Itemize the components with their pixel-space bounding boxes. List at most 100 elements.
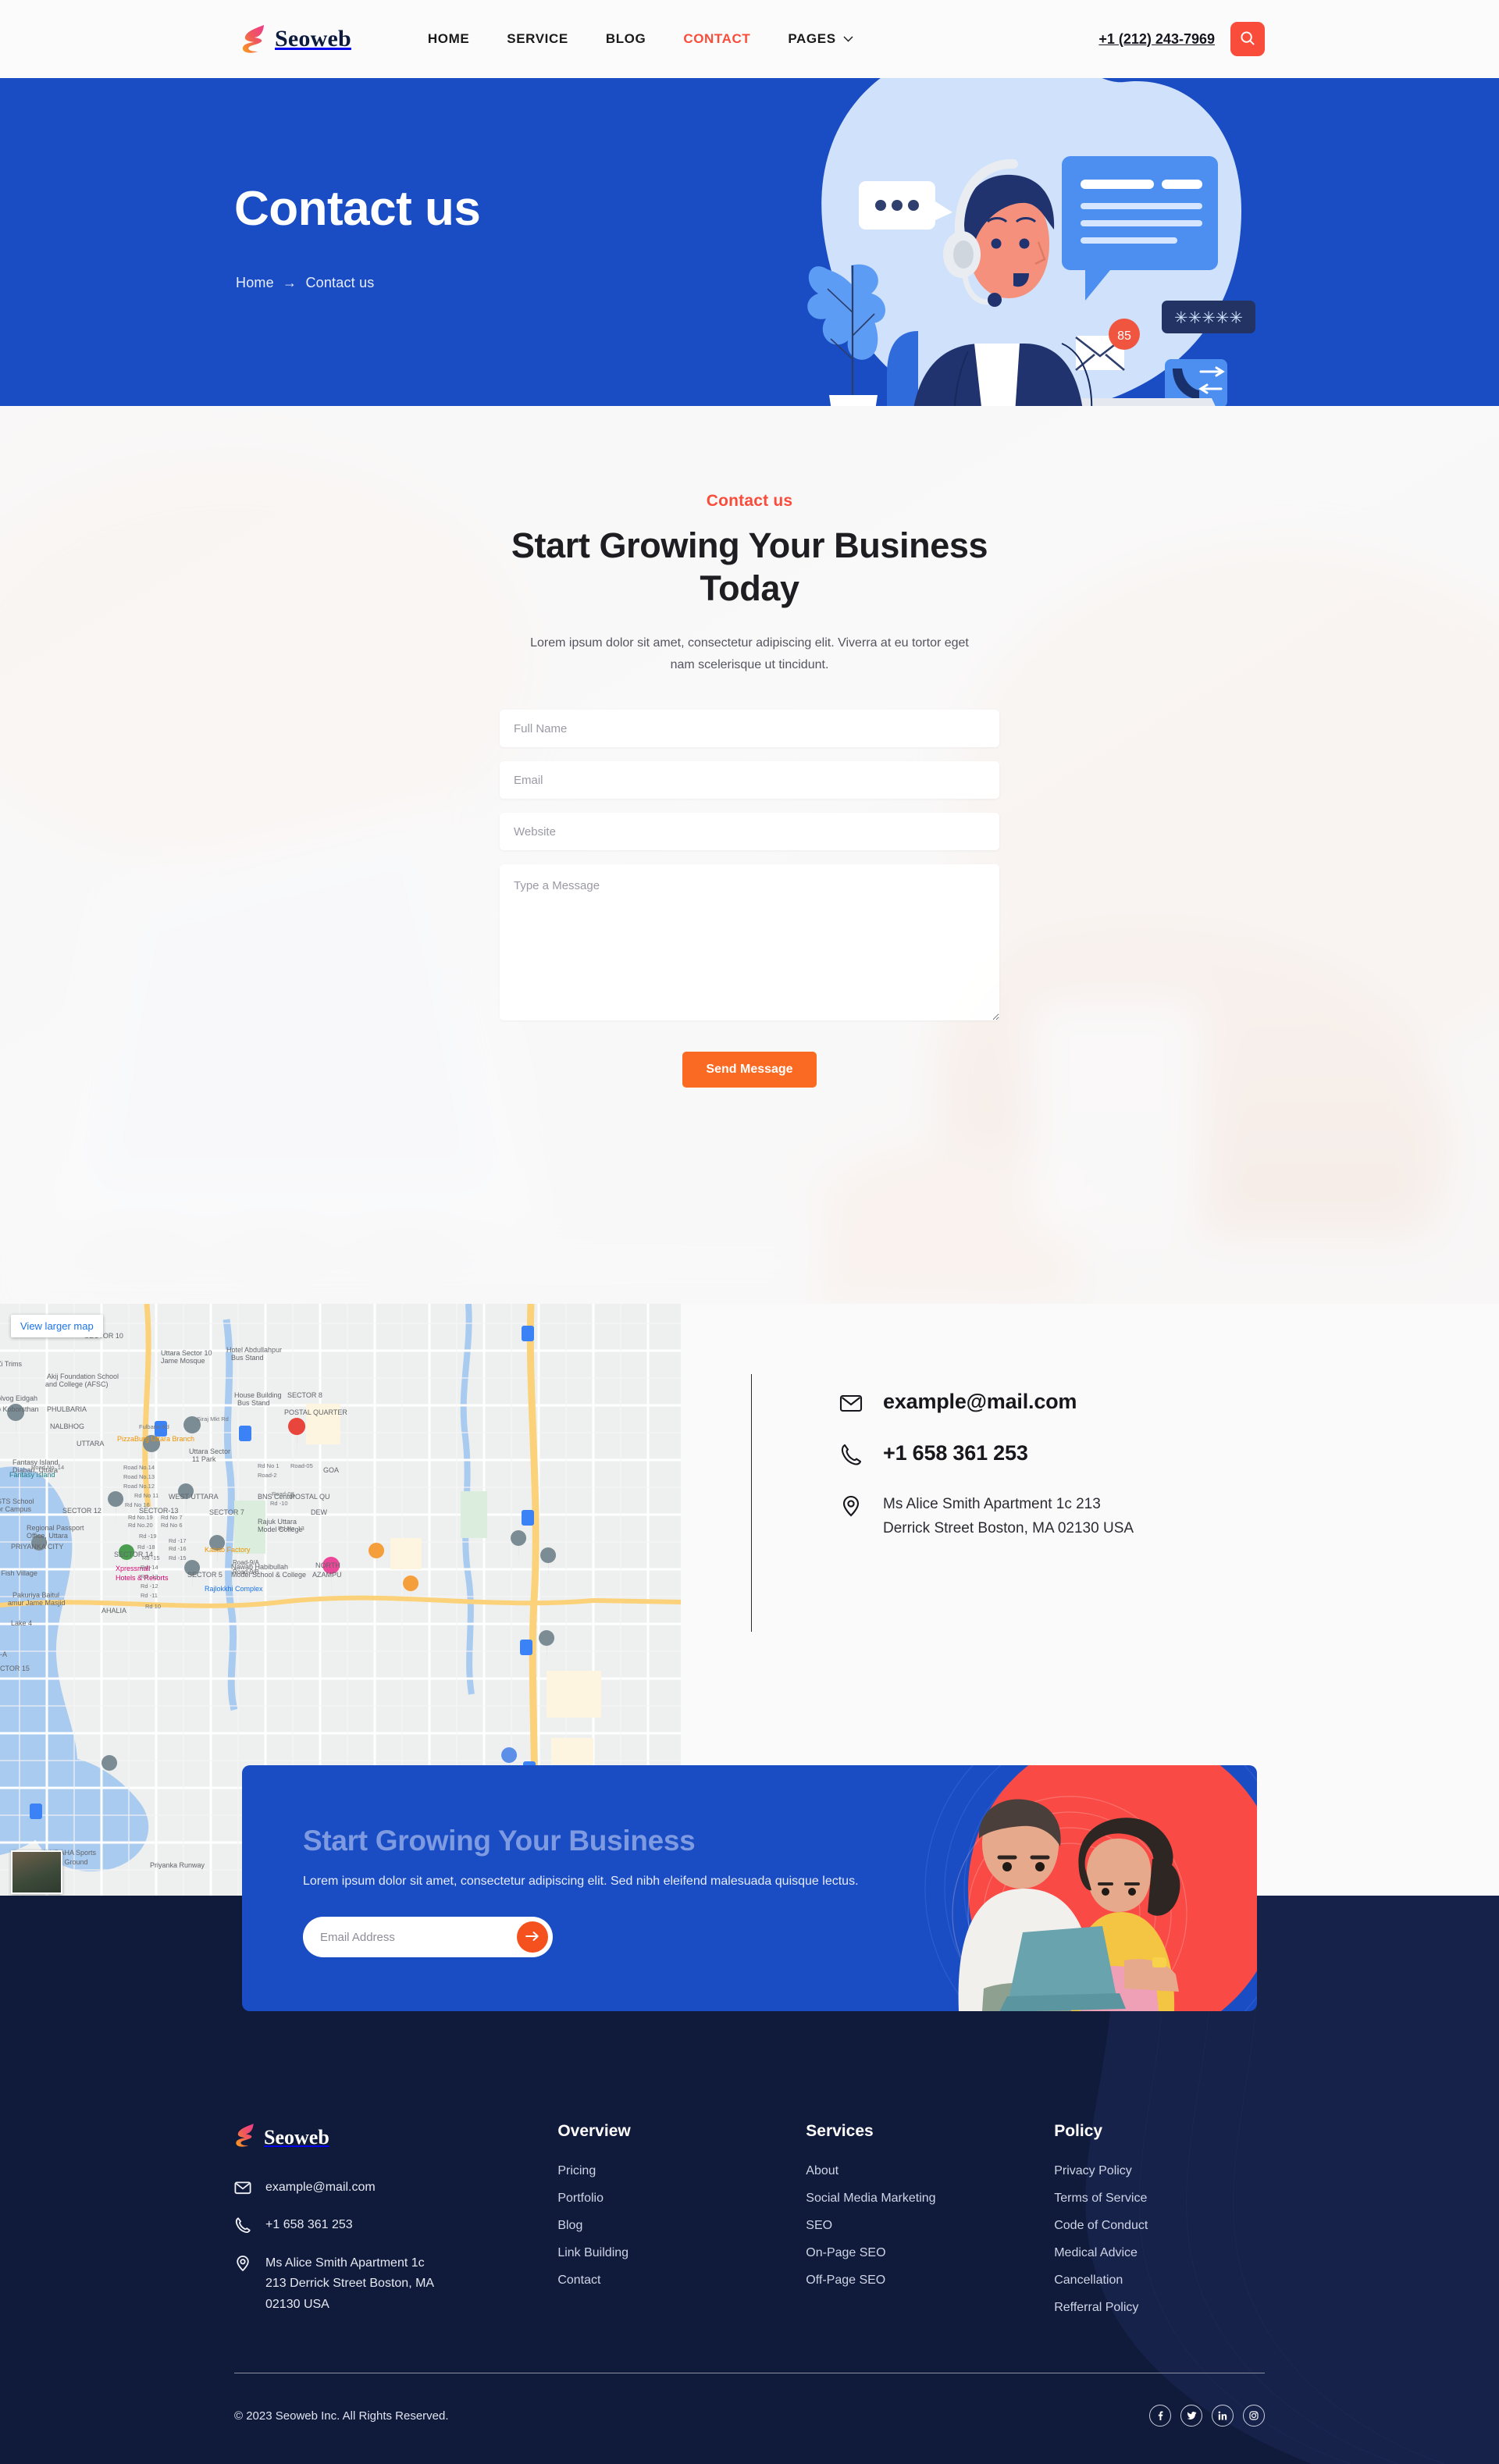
header-actions: +1 (212) 243-7969: [1098, 22, 1265, 56]
svg-text:Siraj Mkt Rd: Siraj Mkt Rd: [197, 1415, 229, 1422]
footer-link-social-media-marketing[interactable]: Social Media Marketing: [806, 2192, 1054, 2206]
footer-address-row: Ms Alice Smith Apartment 1c 213 Derrick …: [234, 2253, 557, 2315]
svg-text:GOA: GOA: [323, 1466, 339, 1474]
nav-item-contact[interactable]: CONTACT: [683, 31, 750, 47]
linkedin-icon[interactable]: [1212, 2405, 1234, 2427]
contact-address-line-2: Derrick Street Boston, MA 02130 USA: [883, 1519, 1134, 1536]
svg-text:SECTOR 7: SECTOR 7: [209, 1508, 244, 1516]
breadcrumb-current: Contact us: [305, 275, 375, 290]
header-phone[interactable]: +1 (212) 243-7969: [1098, 31, 1215, 48]
svg-text:House Building: House Building: [234, 1391, 282, 1399]
facebook-icon[interactable]: [1149, 2405, 1171, 2427]
footer-link-about[interactable]: About: [806, 2164, 1054, 2178]
footer-link-privacy-policy[interactable]: Privacy Policy: [1054, 2164, 1265, 2178]
newsletter-submit-button[interactable]: [517, 1921, 548, 1953]
footer-address-line-1: Ms Alice Smith Apartment 1c: [265, 2256, 425, 2270]
footer-link-code-of-conduct[interactable]: Code of Conduct: [1054, 2219, 1265, 2233]
footer-link-terms-of-service[interactable]: Terms of Service: [1054, 2192, 1265, 2206]
contact-email[interactable]: example@mail.com: [883, 1390, 1077, 1414]
footer-link-link-building[interactable]: Link Building: [557, 2246, 806, 2260]
footer-email[interactable]: example@mail.com: [265, 2177, 376, 2198]
footer-phone[interactable]: +1 658 361 253: [265, 2215, 353, 2235]
password-dots: ✳✳✳✳✳: [1174, 308, 1243, 327]
footer-bottom-bar: © 2023 Seoweb Inc. All Rights Reserved.: [234, 2373, 1265, 2427]
svg-text:Rd -19: Rd -19: [139, 1533, 157, 1540]
message-textarea[interactable]: [500, 864, 999, 1021]
send-message-button[interactable]: Send Message: [682, 1052, 817, 1088]
section-description: Lorem ipsum dolor sit amet, consectetur …: [530, 636, 969, 671]
newsletter-email-input[interactable]: [320, 1930, 517, 1944]
svg-text:Jame Mosque: Jame Mosque: [161, 1357, 205, 1365]
footer-link-off-page-seo[interactable]: Off-Page SEO: [806, 2274, 1054, 2288]
footer-link-portfolio[interactable]: Portfolio: [557, 2192, 806, 2206]
svg-text:Bus Stand: Bus Stand: [231, 1354, 264, 1362]
footer-link-blog[interactable]: Blog: [557, 2219, 806, 2233]
svg-text:Rajlokkhi Complex: Rajlokkhi Complex: [205, 1585, 263, 1593]
svg-text:Akij Foundation School: Akij Foundation School: [47, 1373, 119, 1380]
svg-text:Rd No.20: Rd No.20: [128, 1522, 153, 1529]
svg-text:Rd -11: Rd -11: [141, 1592, 158, 1599]
svg-text:amur Jame Masjid: amur Jame Masjid: [8, 1599, 66, 1607]
primary-nav: HOME SERVICE BLOG CONTACT PAGES: [428, 31, 853, 47]
svg-text:POSTAL QUARTER: POSTAL QUARTER: [284, 1408, 347, 1416]
view-larger-map-link[interactable]: View larger map: [11, 1315, 103, 1337]
footer-brand-column: Seoweb example@mail.com +1 658 361 253 M…: [234, 2122, 557, 2315]
svg-text:Rd -16: Rd -16: [169, 1545, 187, 1552]
svg-text:NALBHOG: NALBHOG: [50, 1422, 84, 1430]
seoweb-s-logo-icon: [240, 23, 267, 55]
footer-brand-logo[interactable]: Seoweb: [234, 2122, 557, 2152]
svg-text:Road No.12: Road No.12: [123, 1483, 155, 1490]
footer-link-on-page-seo[interactable]: On-Page SEO: [806, 2246, 1054, 2260]
footer-link-medical-advice[interactable]: Medical Advice: [1054, 2246, 1265, 2260]
newsletter-form: [303, 1917, 553, 1957]
footer-link-seo[interactable]: SEO: [806, 2219, 1054, 2233]
svg-text:Road-9/A: Road-9/A: [233, 1559, 259, 1566]
social-links: [1149, 2405, 1265, 2427]
footer-link-pricing[interactable]: Pricing: [557, 2164, 806, 2178]
svg-text:Zi Trims: Zi Trims: [0, 1360, 22, 1368]
nav-item-blog[interactable]: BLOG: [606, 31, 646, 47]
footer-contact-list: example@mail.com +1 658 361 253 Ms Alice…: [234, 2177, 557, 2315]
brand-logo[interactable]: Seoweb: [240, 23, 351, 55]
website-input[interactable]: [500, 813, 999, 851]
nav-item-service[interactable]: SERVICE: [507, 31, 568, 47]
footer-link-refferral-policy[interactable]: Refferral Policy: [1054, 2301, 1265, 2315]
instagram-icon[interactable]: [1243, 2405, 1265, 2427]
svg-text:Road-05: Road-05: [290, 1462, 313, 1469]
contact-info-address-row: Ms Alice Smith Apartment 1c 213 Derrick …: [839, 1493, 1134, 1541]
email-input[interactable]: [500, 761, 999, 799]
svg-text:AHALIA: AHALIA: [101, 1607, 126, 1615]
footer-link-contact[interactable]: Contact: [557, 2274, 806, 2288]
search-button[interactable]: [1230, 22, 1265, 56]
svg-text:Rd -14: Rd -14: [141, 1564, 158, 1571]
svg-text:WEST UTTARA: WEST UTTARA: [169, 1493, 219, 1501]
svg-text:Rd No 16: Rd No 16: [125, 1501, 150, 1508]
contact-form-section: Contact us Start Growing Your Business T…: [0, 406, 1499, 1304]
footer-link-list: Privacy Policy Terms of Service Code of …: [1054, 2164, 1265, 2315]
nav-item-pages[interactable]: PAGES: [788, 31, 853, 47]
footer-phone-row: +1 658 361 253: [234, 2215, 557, 2235]
contact-address: Ms Alice Smith Apartment 1c 213 Derrick …: [883, 1493, 1134, 1541]
page-root: Seoweb HOME SERVICE BLOG CONTACT PAGES +…: [0, 0, 1499, 2464]
nav-item-home[interactable]: HOME: [428, 31, 469, 47]
footer-column-policy: Policy Privacy Policy Terms of Service C…: [1054, 2122, 1265, 2315]
map-street-view-thumbnail[interactable]: [11, 1850, 62, 1894]
svg-text:Rd -12: Rd -12: [141, 1583, 158, 1590]
svg-text:o Koborsthan: o Koborsthan: [0, 1405, 39, 1413]
footer-column-heading: Services: [806, 2122, 874, 2140]
twitter-icon[interactable]: [1180, 2405, 1202, 2427]
svg-text:SECTOR 8: SECTOR 8: [287, 1391, 322, 1399]
contact-phone[interactable]: +1 658 361 253: [883, 1441, 1028, 1465]
footer-column-services: Services About Social Media Marketing SE…: [806, 2122, 1054, 2315]
svg-text:Rd No.19: Rd No.19: [128, 1514, 153, 1521]
footer-link-cancellation[interactable]: Cancellation: [1054, 2274, 1265, 2288]
svg-text:ECTOR 15: ECTOR 15: [0, 1665, 30, 1672]
section-title: Start Growing Your Business Today: [0, 525, 1499, 611]
svg-text:Lake 4: Lake 4: [11, 1619, 32, 1627]
breadcrumb-home[interactable]: Home: [236, 275, 274, 290]
svg-text:e Fish Village: e Fish Village: [0, 1569, 37, 1577]
svg-text:Rd No. 13: Rd No. 13: [278, 1525, 304, 1532]
map-pin-icon: [839, 1494, 863, 1518]
contact-info-list: example@mail.com +1 658 361 253 Ms Alice…: [839, 1390, 1134, 1541]
full-name-input[interactable]: [500, 710, 999, 748]
